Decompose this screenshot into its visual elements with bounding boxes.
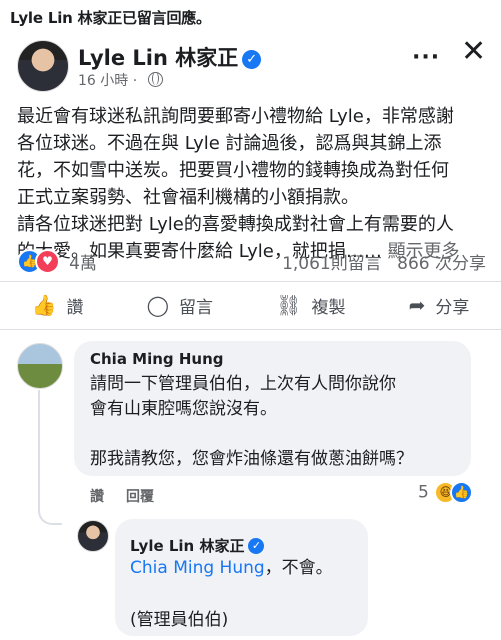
comment-like-button[interactable]: 讚 [90, 489, 104, 505]
post-line: 各位球迷。不過在與 Lyle 討論過後，認爲與其錦上添 [17, 133, 442, 154]
comment-line [90, 422, 413, 447]
verified-badge-icon: ✓ [242, 50, 262, 69]
love-reaction-icon: ♥ [35, 249, 60, 274]
comment-actions: 讚 回覆 [90, 486, 176, 506]
reply-line: Chia Ming Hung，不會。 [130, 555, 333, 581]
reactions-summary[interactable]: 👍 ♥ 4萬 [17, 249, 97, 274]
post-time[interactable]: 16 小時 [78, 73, 128, 89]
reply-text-after-mention: ，不會。 [264, 558, 333, 578]
speech-bubble-icon: ◯ [146, 293, 169, 317]
thumbs-up-icon: 👍 [31, 293, 57, 317]
comment-text: 請問一下管理員伯伯，上次有人問你說你 會有山東腔嗎您說沒有。 那我請教您，您會炸… [90, 372, 413, 472]
reply-spacer [130, 581, 333, 607]
comment-reaction-count: 5 [418, 482, 429, 503]
more-options-button[interactable]: ··· [412, 45, 440, 70]
share-label: 分享 [435, 297, 470, 318]
comments-count[interactable]: 1,061則留言 [282, 254, 382, 274]
mention-link[interactable]: Chia Ming Hung [130, 558, 265, 578]
post-meta: 16 小時 · [78, 70, 163, 90]
divider [0, 281, 501, 282]
post-actions-bar: 👍 讚 ◯ 留言 ⛓ 複製 ➦ 分享 [0, 289, 501, 321]
comment-reply-button[interactable]: 回覆 [126, 489, 154, 505]
post-body: 最近會有球迷私訊詢問要郵寄小禮物給 Lyle，非常感謝 各位球迷。不過在與 Ly… [17, 103, 487, 265]
divider [0, 329, 501, 330]
reaction-count: 4萬 [69, 254, 97, 274]
comment-author[interactable]: Chia Ming Hung [90, 350, 224, 368]
reply-author-name[interactable]: Lyle Lin 林家正 [130, 537, 244, 555]
post-author-name[interactable]: Lyle Lin 林家正 [78, 46, 238, 70]
copy-button[interactable]: ⛓ 複製 [276, 289, 345, 321]
commenter-avatar[interactable] [17, 343, 63, 389]
close-button[interactable]: ✕ [461, 37, 486, 67]
post-line: 正式立案弱勢、社會福利機構的小額捐款。 [17, 187, 359, 208]
post-line: 最近會有球迷私訊詢問要郵寄小禮物給 Lyle，非常感謝 [17, 106, 454, 127]
comment-line: 那我請教您，您會炸油條還有做蔥油餅嗎？ [90, 449, 413, 469]
notification-banner: Lyle Lin 林家正已留言回應。 [10, 9, 211, 27]
like-reaction-icon: 👍 [450, 481, 474, 504]
comment-reactions[interactable]: 5 😆 👍 [418, 481, 474, 504]
share-button[interactable]: ➦ 分享 [409, 289, 470, 321]
share-arrow-icon: ➦ [408, 293, 426, 317]
reply-signature: (管理員伯伯) [130, 610, 229, 630]
post-stats: 1,061則留言 866 次分享 [272, 249, 486, 274]
copy-label: 複製 [311, 297, 346, 318]
link-icon: ⛓ [276, 293, 302, 317]
comment-line: 請問一下管理員伯伯，上次有人問你說你 [90, 374, 396, 394]
globe-icon [147, 72, 163, 87]
post-line: 花，不如雪中送炭。把要買小禮物的錢轉換成為對任何 [17, 160, 449, 181]
like-label: 讚 [66, 297, 84, 318]
author-avatar[interactable] [17, 40, 69, 92]
thread-connector [38, 390, 62, 525]
shares-count[interactable]: 866 次分享 [397, 254, 486, 274]
reply-text: Chia Ming Hung，不會。 (管理員伯伯) [130, 555, 333, 633]
post-line: 請各位球迷把對 Lyle的喜愛轉換成對社會上有需要的人 [17, 214, 454, 235]
verified-badge-icon: ✓ [248, 538, 265, 554]
comment-line: 會有山東腔嗎您說沒有。 [90, 399, 277, 419]
comment-button[interactable]: ◯ 留言 [147, 289, 213, 321]
close-icon: ✕ [461, 34, 487, 69]
reply-author[interactable]: Lyle Lin 林家正 ✓ [130, 535, 265, 556]
like-button[interactable]: 👍 讚 [32, 289, 84, 321]
reply-author-avatar[interactable] [77, 520, 109, 552]
comment-label: 留言 [178, 297, 213, 318]
post-author[interactable]: Lyle Lin 林家正 ✓ [78, 42, 262, 72]
